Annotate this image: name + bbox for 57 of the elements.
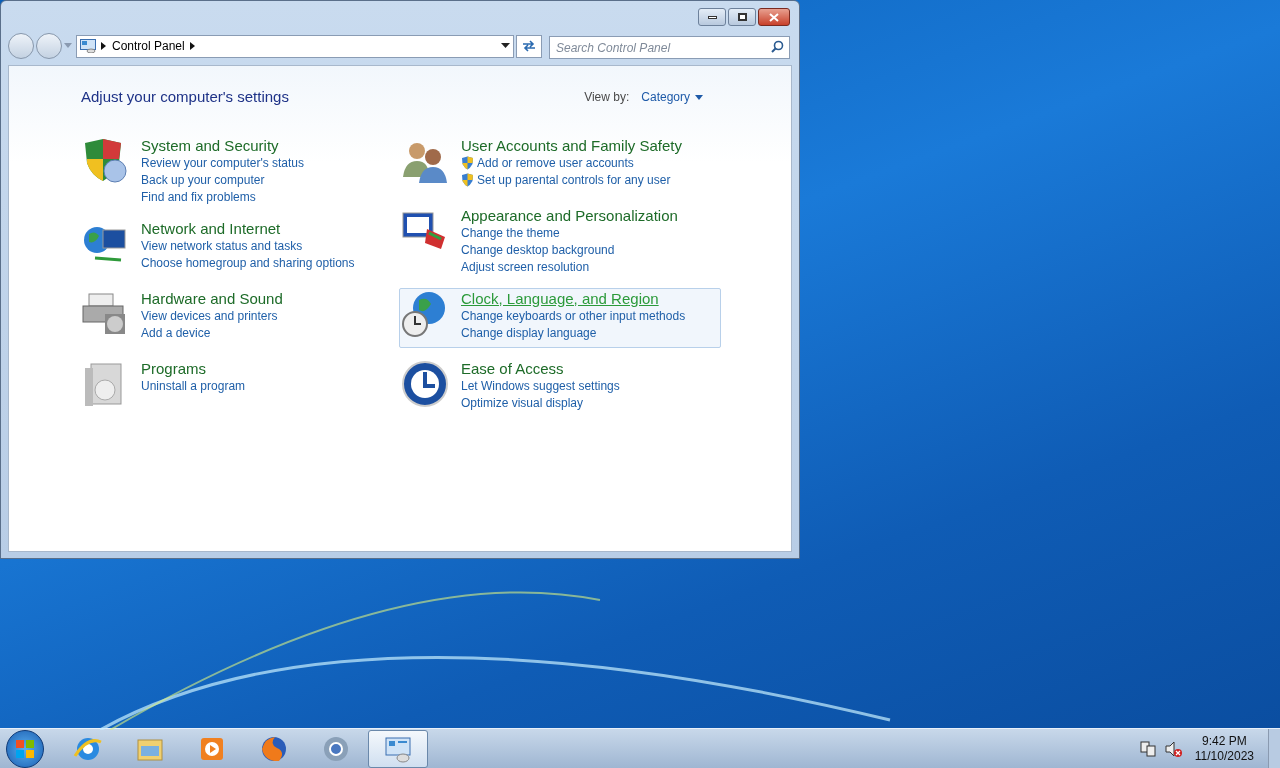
task-link[interactable]: Review your computer's status [141, 154, 305, 172]
shield-icon [461, 173, 474, 187]
dropdown-arrow-icon [64, 43, 72, 49]
category-title-link[interactable]: Hardware and Sound [141, 289, 283, 308]
task-link[interactable]: View network status and tasks [141, 237, 303, 255]
taskbar-app-button[interactable] [368, 729, 428, 768]
category-title-link[interactable]: System and Security [141, 136, 305, 155]
address-bar[interactable]: Control Panel [76, 34, 514, 58]
task-link[interactable]: Let Windows suggest settings [461, 377, 620, 395]
caret-icon [695, 94, 703, 100]
breadcrumb-arrow-icon [189, 42, 196, 50]
category-highlight[interactable]: Clock, Language, and Region Change keyboards or other input methods Change display language [399, 287, 721, 348]
close-icon [769, 12, 779, 22]
shield-icon [461, 156, 474, 170]
show-desktop-button[interactable] [1268, 728, 1280, 768]
network-icon[interactable] [1138, 739, 1157, 758]
task-link[interactable]: Choose homegroup and sharing options [141, 254, 355, 272]
page-heading: Adjust your computer's settings [81, 87, 289, 107]
task-link[interactable]: Uninstall a program [141, 377, 246, 395]
task-link[interactable]: Optimize visual display [461, 394, 584, 412]
muted-speaker-icon[interactable] [1164, 739, 1183, 758]
task-link[interactable]: View devices and printers [141, 307, 278, 325]
task-link[interactable]: Add a device [141, 324, 211, 342]
category-title-link[interactable]: Network and Internet [141, 219, 355, 238]
view-by-dropdown[interactable]: Category [641, 88, 703, 107]
task-link[interactable]: Adjust screen resolution [461, 258, 590, 276]
dropdown-arrow-icon[interactable] [501, 43, 510, 49]
task-link[interactable]: Back up your computer [141, 171, 265, 189]
back-button[interactable] [8, 33, 34, 59]
forward-button[interactable] [36, 33, 62, 59]
search-icon [771, 39, 784, 53]
task-link[interactable]: Change keyboards or other input methods [461, 307, 686, 325]
view-by-label: View by: [584, 89, 630, 107]
refresh-button[interactable] [516, 34, 542, 58]
category-title-link[interactable]: User Accounts and Family Safety [461, 136, 682, 155]
task-link[interactable]: Find and fix problems [141, 188, 256, 206]
category-title-link[interactable]: Ease of Access [461, 359, 620, 378]
maximize-button[interactable] [728, 8, 756, 26]
clock-time: 9:42 PM [1202, 733, 1247, 749]
breadcrumb-arrow-icon [101, 42, 107, 50]
category-title-link[interactable]: Programs [141, 359, 246, 378]
refresh-icon [521, 39, 537, 53]
control-panel-icon [80, 39, 96, 53]
breadcrumb-item[interactable]: Control Panel [112, 37, 185, 55]
clock-date: 11/10/2023 [1194, 748, 1254, 764]
task-link[interactable]: Change desktop background [461, 241, 615, 259]
category-title-link[interactable]: Appearance and Personalization [461, 206, 678, 225]
close-button[interactable] [758, 8, 790, 26]
clock[interactable]: 9:42 PM 11/10/2023 [1194, 733, 1254, 764]
task-link[interactable]: Change display language [461, 324, 597, 342]
windows-logo-icon [15, 738, 35, 759]
task-link[interactable]: Set up parental controls for any user [477, 171, 671, 189]
start-button[interactable] [6, 729, 44, 768]
minimize-button[interactable] [698, 8, 726, 26]
task-link[interactable]: Add or remove user accounts [477, 154, 634, 172]
search-field[interactable]: Search Control Panel [549, 36, 790, 59]
task-link[interactable]: Change the theme [461, 224, 560, 242]
